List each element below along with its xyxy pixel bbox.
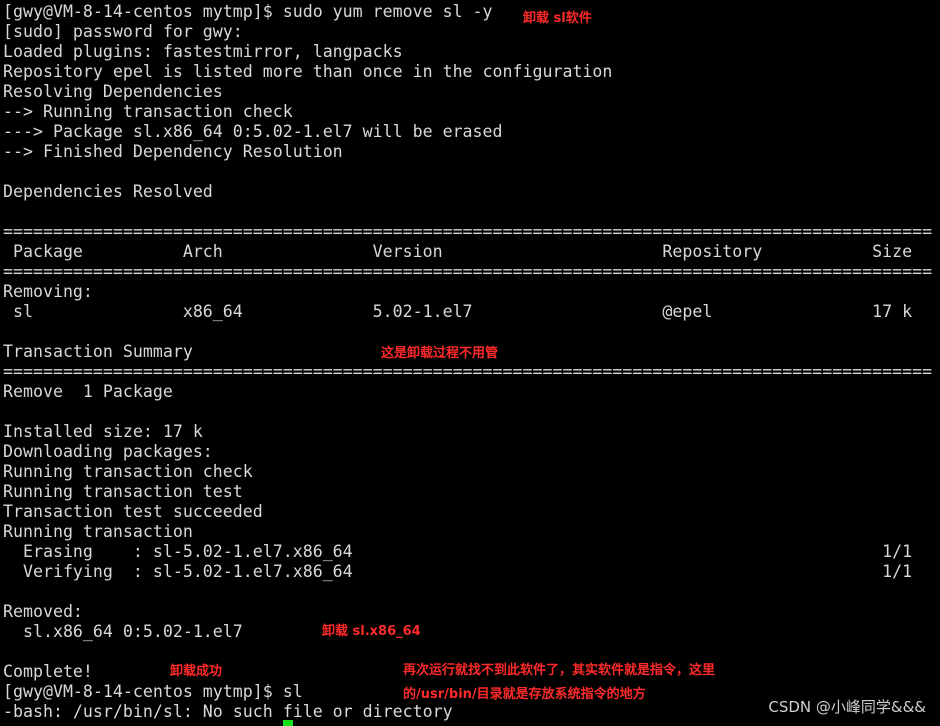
- terminal-line: ========================================…: [3, 362, 933, 381]
- terminal-line: Running transaction: [3, 522, 193, 541]
- csdn-watermark: CSDN @小峰同学&&&: [768, 698, 926, 716]
- terminal-line: [sudo] password for gwy:: [3, 22, 243, 41]
- terminal-line: Package Arch Version Repository Size: [3, 242, 913, 261]
- terminal-line: ========================================…: [3, 262, 933, 281]
- terminal-window[interactable]: [gwy@VM-8-14-centos mytmp]$ sudo yum rem…: [0, 0, 940, 726]
- terminal-line: Complete!: [3, 662, 93, 681]
- terminal-line: Erasing : sl-5.02-1.el7.x86_64 1/1: [3, 542, 913, 561]
- terminal-line: Running transaction test: [3, 482, 243, 501]
- terminal-cursor: [283, 720, 293, 726]
- annotation-explanation-line1: 再次运行就找不到此软件了，其实软件就是指令，这里: [403, 663, 716, 678]
- terminal-line: Verifying : sl-5.02-1.el7.x86_64 1/1: [3, 562, 913, 581]
- terminal-line: sl.x86_64 0:5.02-1.el7: [3, 622, 243, 641]
- terminal-line: Transaction Summary: [3, 342, 193, 361]
- terminal-line: Resolving Dependencies: [3, 82, 223, 101]
- annotation-uninstall-sl: 卸载 sl软件: [523, 11, 592, 26]
- terminal-line: ---> Package sl.x86_64 0:5.02-1.el7 will…: [3, 122, 503, 141]
- terminal-line: sl x86_64 5.02-1.el7 @epel 17 k: [3, 302, 913, 321]
- terminal-line: Installed size: 17 k: [3, 422, 203, 441]
- annotation-success: 卸载成功: [170, 664, 223, 679]
- terminal-line: [gwy@VM-8-14-centos mytmp]$ sudo yum rem…: [3, 2, 493, 21]
- terminal-line: Removing:: [3, 282, 93, 301]
- terminal-line: [gwy@VM-8-14-centos mytmp]$ sl: [3, 682, 303, 701]
- terminal-line: Running transaction check: [3, 462, 253, 481]
- terminal-line: Loaded plugins: fastestmirror, langpacks: [3, 42, 403, 61]
- terminal-line: -bash: /usr/bin/sl: No such file or dire…: [3, 702, 453, 721]
- terminal-line: Dependencies Resolved: [3, 182, 213, 201]
- terminal-line: Remove 1 Package: [3, 382, 173, 401]
- annotation-explanation-line2: 的/usr/bin/目录就是存放系统指令的地方: [403, 687, 646, 702]
- terminal-line: ========================================…: [3, 222, 933, 241]
- terminal-line: Repository epel is listed more than once…: [3, 62, 613, 81]
- terminal-line: Transaction test succeeded: [3, 502, 263, 521]
- terminal-line: Removed:: [3, 602, 83, 621]
- terminal-line: --> Running transaction check: [3, 102, 293, 121]
- terminal-line: --> Finished Dependency Resolution: [3, 142, 343, 161]
- terminal-line: Downloading packages:: [3, 442, 213, 461]
- annotation-removed-package: 卸载 sl.x86_64: [322, 624, 421, 639]
- annotation-process-note: 这是卸载过程不用管: [381, 346, 499, 361]
